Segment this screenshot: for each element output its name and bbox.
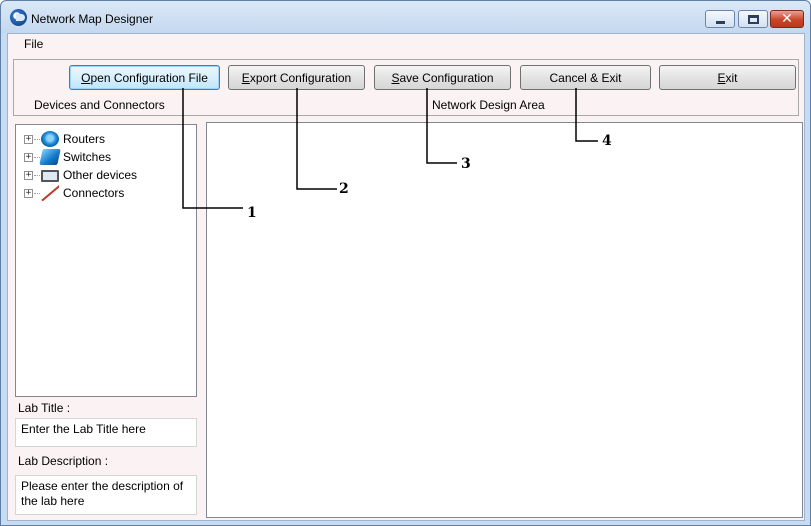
save-configuration-accelerator: S [391,70,400,85]
tree-item-label: Other devices [63,168,138,182]
switch-icon [39,149,61,165]
exit-button[interactable]: Exit [659,65,796,90]
tree-connector-line [34,174,40,176]
network-design-canvas[interactable] [206,122,803,518]
close-icon: ✕ [781,11,793,27]
callout-number-4: 4 [602,133,612,149]
open-configuration-label: pen Configuration File [90,70,208,85]
expand-icon[interactable]: + [24,188,33,198]
tree-connector-line [34,138,40,140]
app-window: Network Map Designer ✕ File Open Configu… [0,0,811,526]
lab-description-input[interactable]: Please enter the description of the lab … [15,475,197,515]
tree-item-connectors[interactable]: + Connectors [24,184,124,202]
tree-connector-line [34,156,40,158]
tree-item-label: Routers [63,132,106,146]
client-area: File Open Configuration File Export Conf… [7,33,805,521]
minimize-icon [715,20,725,24]
callout-number-3: 3 [461,156,471,172]
menu-bar: File [8,34,804,56]
lab-title-input[interactable]: Enter the Lab Title here [15,418,197,447]
device-tree[interactable]: + Routers + Switches + Other devices + C… [15,124,197,397]
tree-item-other-devices[interactable]: + Other devices [24,166,137,184]
export-configuration-accelerator: E [241,70,250,85]
exit-accelerator: E [717,70,726,85]
tree-item-routers[interactable]: + Routers [24,130,105,148]
cancel-exit-button[interactable]: Cancel & Exit [520,65,651,90]
lab-description-label: Lab Description : [18,454,109,468]
expand-icon[interactable]: + [24,170,33,180]
title-bar[interactable]: Network Map Designer ✕ [1,1,810,33]
save-configuration-button[interactable]: Save Configuration [374,65,511,90]
tree-item-switches[interactable]: + Switches [24,148,111,166]
router-icon [41,131,59,147]
maximize-icon [747,14,759,24]
minimize-button[interactable] [705,10,735,28]
expand-icon[interactable]: + [24,152,33,162]
expand-icon[interactable]: + [24,134,33,144]
network-design-area-label: Network Design Area [432,98,545,112]
exit-label: xit [725,70,738,85]
tree-item-label: Connectors [63,186,125,200]
toolbar-panel: Open Configuration File Export Configura… [13,59,799,116]
callout-number-1: 1 [247,205,257,221]
maximize-button[interactable] [738,10,768,28]
callout-number-2: 2 [339,181,349,197]
close-button[interactable]: ✕ [770,10,804,28]
export-configuration-label: xport Configuration [249,70,352,85]
cancel-exit-label: Cancel & Exit [549,70,622,85]
window-title: Network Map Designer [31,12,154,26]
tree-connector-line [34,192,40,194]
open-configuration-accelerator: O [81,70,91,85]
tree-item-label: Switches [63,150,112,164]
lab-title-label: Lab Title : [18,401,71,415]
app-logo-icon [10,9,27,26]
menu-file[interactable]: File [24,37,43,51]
devices-connectors-label: Devices and Connectors [34,98,165,112]
export-configuration-button[interactable]: Export Configuration [228,65,365,90]
save-configuration-label: ave Configuration [399,70,494,85]
computer-icon [41,170,59,182]
connector-icon [41,185,59,201]
open-configuration-button[interactable]: Open Configuration File [69,65,220,90]
